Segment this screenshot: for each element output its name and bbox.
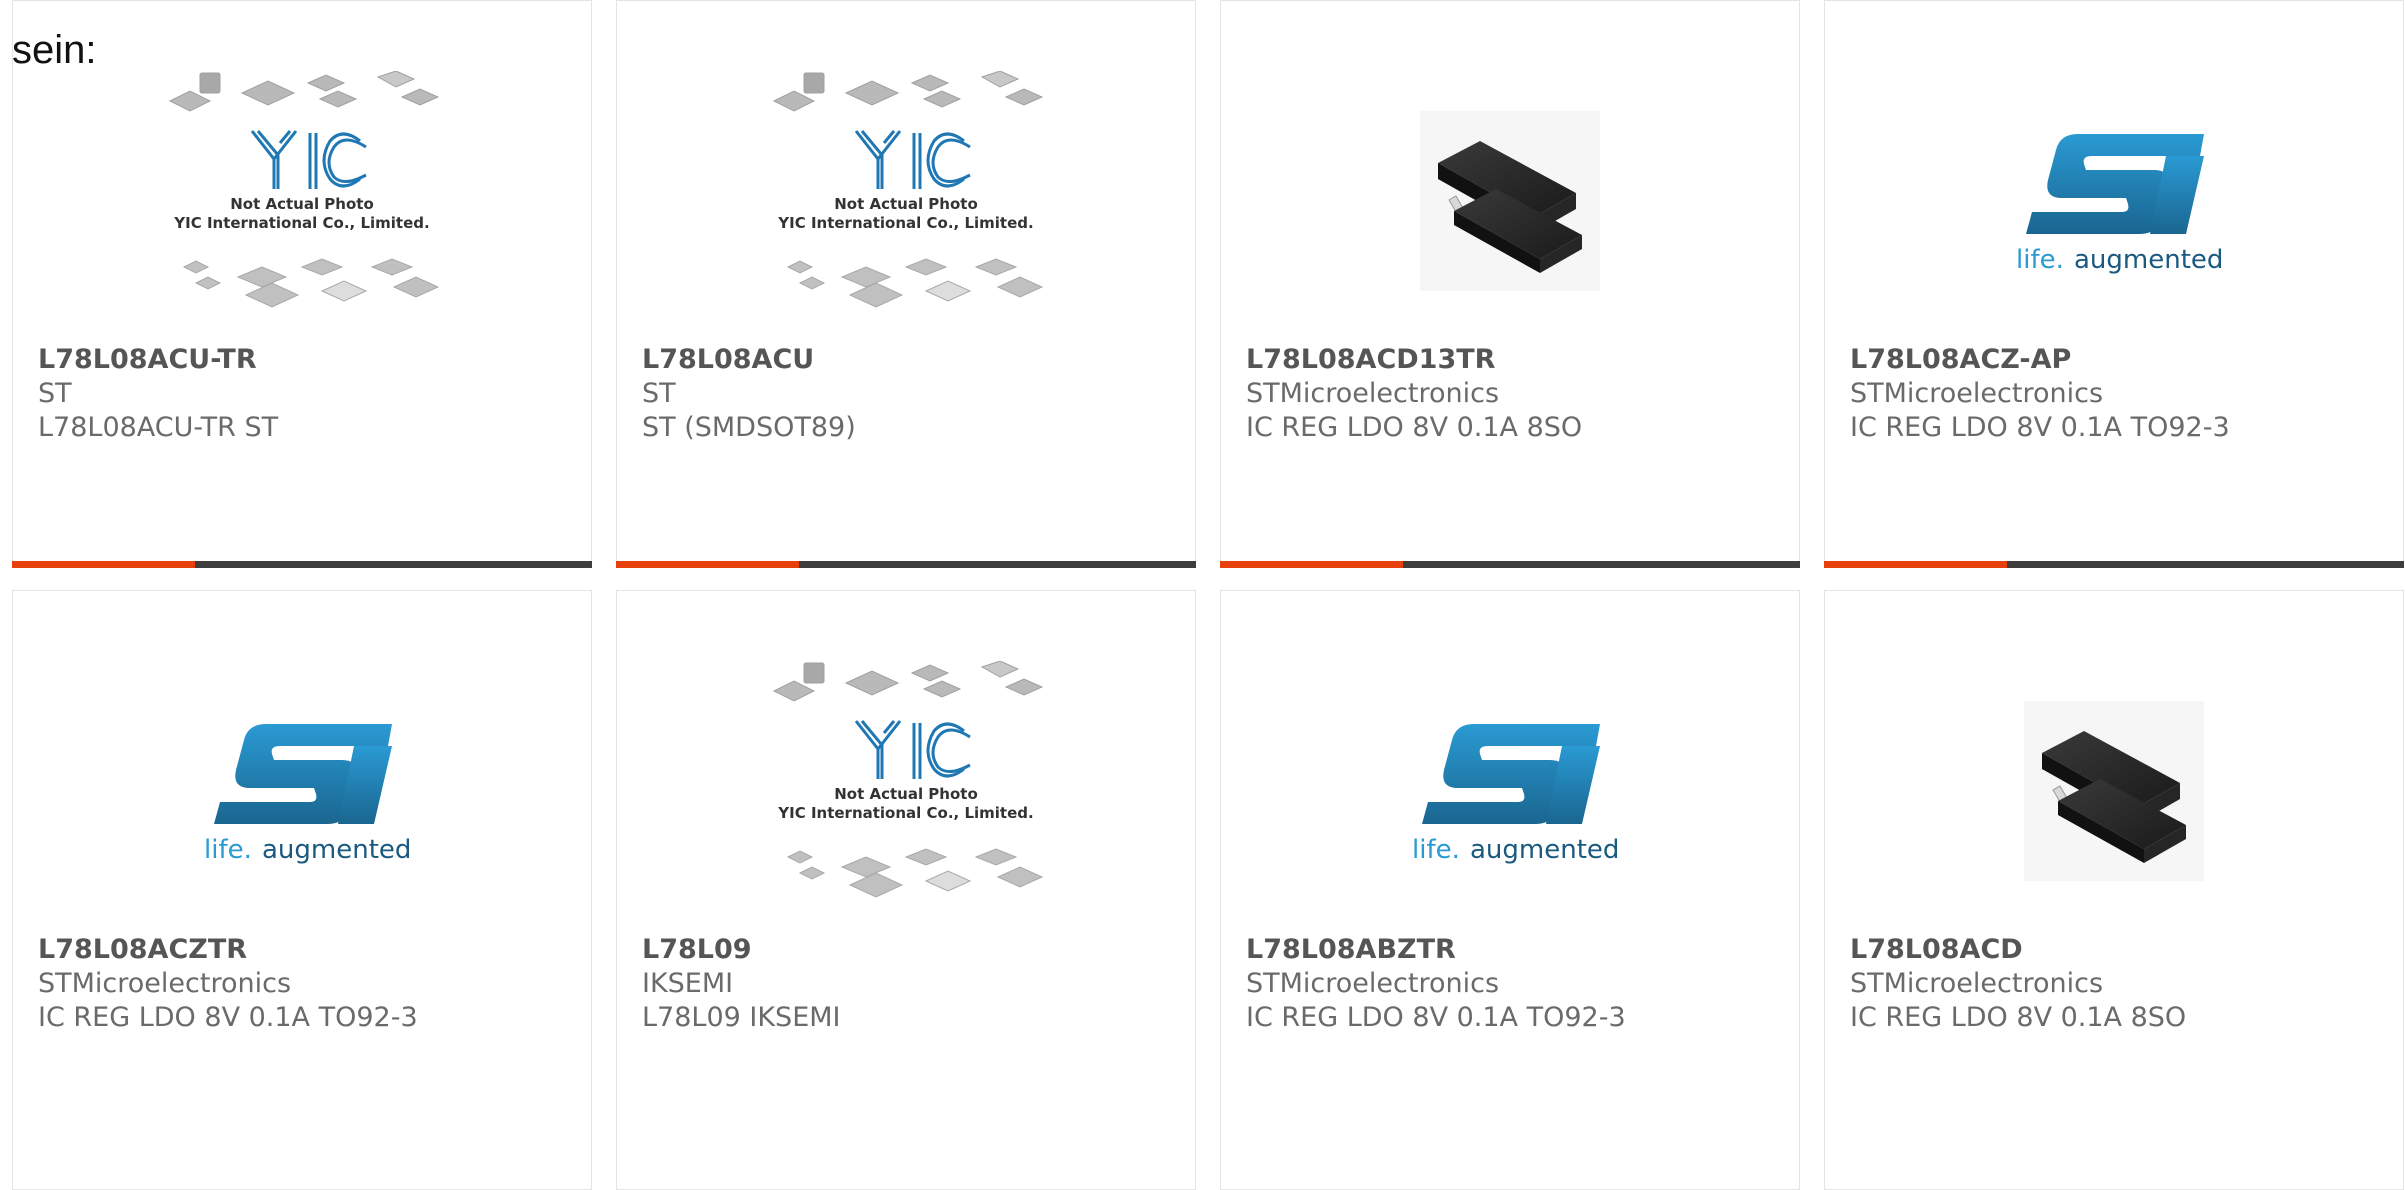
svg-text:life.: life.	[2016, 245, 2064, 275]
product-image[interactable]: life. augmented	[13, 661, 591, 921]
placeholder-line-2: YIC International Co., Limited.	[777, 804, 1033, 822]
not-actual-photo-image: Not Actual Photo YIC International Co., …	[772, 71, 1044, 308]
product-card[interactable]: Not Actual Photo YIC International Co., …	[12, 0, 592, 568]
card-accent-bar	[1220, 561, 1800, 568]
product-info: L78L08ACZTR STMicroelectronics IC REG LD…	[38, 933, 571, 1035]
manufacturer: STMicroelectronics	[38, 968, 292, 999]
product-info: L78L08ACU-TR ST L78L08ACU-TR ST	[38, 343, 571, 445]
svg-text:life.: life.	[1412, 835, 1460, 865]
so8-chip-image	[1420, 111, 1600, 291]
card-accent-bar	[12, 561, 592, 568]
product-image[interactable]	[1825, 661, 2403, 921]
placeholder-line-1: Not Actual Photo	[834, 785, 978, 803]
part-number-link[interactable]: L78L09	[642, 933, 1175, 967]
product-image[interactable]: Not Actual Photo YIC International Co., …	[617, 71, 1195, 331]
svg-text:augmented: augmented	[262, 835, 411, 865]
st-logo: life. augmented	[204, 724, 411, 865]
so8-chip-image	[2024, 701, 2204, 881]
product-card[interactable]: L78L08ACD STMicroelectronics IC REG LDO …	[1824, 590, 2404, 1190]
description: IC REG LDO 8V 0.1A TO92-3	[38, 1002, 418, 1033]
st-logo: life. augmented	[2016, 134, 2223, 275]
part-number-link[interactable]: L78L08ACD13TR	[1246, 343, 1779, 377]
description: IC REG LDO 8V 0.1A TO92-3	[1246, 1002, 1626, 1033]
description: L78L08ACU-TR ST	[38, 412, 279, 443]
product-info: L78L08ACZ-AP STMicroelectronics IC REG L…	[1850, 343, 2383, 445]
svg-text:life.: life.	[204, 835, 252, 865]
part-number-link[interactable]: L78L08ACZTR	[38, 933, 571, 967]
product-info: L78L08ACD STMicroelectronics IC REG LDO …	[1850, 933, 2383, 1035]
manufacturer: ST	[642, 378, 676, 409]
svg-text:augmented: augmented	[2074, 245, 2223, 275]
manufacturer: STMicroelectronics	[1850, 378, 2104, 409]
product-card[interactable]: Not Actual Photo YIC International Co., …	[616, 590, 1196, 1190]
card-accent-bar	[1824, 561, 2404, 568]
product-info: L78L08ABZTR STMicroelectronics IC REG LD…	[1246, 933, 1779, 1035]
part-number-link[interactable]: L78L08ACZ-AP	[1850, 343, 2383, 377]
product-image[interactable]: Not Actual Photo YIC International Co., …	[617, 661, 1195, 921]
not-actual-photo-image: Not Actual Photo YIC International Co., …	[772, 661, 1044, 898]
intro-text: sein:	[12, 28, 97, 72]
manufacturer: STMicroelectronics	[1850, 968, 2104, 999]
manufacturer: IKSEMI	[642, 968, 734, 999]
product-card[interactable]: life. augmented L78L08ACZTR STMicroelect…	[12, 590, 592, 1190]
product-grid: Not Actual Photo YIC International Co., …	[12, 0, 2405, 1190]
st-logo: life. augmented	[1412, 724, 1619, 865]
product-info: L78L09 IKSEMI L78L09 IKSEMI	[642, 933, 1175, 1035]
manufacturer: STMicroelectronics	[1246, 378, 1500, 409]
part-number-link[interactable]: L78L08ACU	[642, 343, 1175, 377]
product-card[interactable]: Not Actual Photo YIC International Co., …	[616, 0, 1196, 568]
product-card[interactable]: life. augmented L78L08ABZTR STMicroelect…	[1220, 590, 1800, 1190]
description: IC REG LDO 8V 0.1A 8SO	[1246, 412, 1583, 443]
description: L78L09 IKSEMI	[642, 1002, 841, 1033]
svg-text:augmented: augmented	[1470, 835, 1619, 865]
part-number-link[interactable]: L78L08ACD	[1850, 933, 2383, 967]
product-info: L78L08ACD13TR STMicroelectronics IC REG …	[1246, 343, 1779, 445]
product-image[interactable]: Not Actual Photo YIC International Co., …	[13, 71, 591, 331]
manufacturer: ST	[38, 378, 72, 409]
placeholder-line-2: YIC International Co., Limited.	[777, 214, 1033, 232]
card-accent-fill	[616, 561, 799, 568]
product-card[interactable]: life. augmented L78L08ACZ-AP STMicroelec…	[1824, 0, 2404, 568]
card-accent-fill	[1824, 561, 2007, 568]
part-number-link[interactable]: L78L08ABZTR	[1246, 933, 1779, 967]
part-number-link[interactable]: L78L08ACU-TR	[38, 343, 571, 377]
placeholder-line-1: Not Actual Photo	[834, 195, 978, 213]
product-image[interactable]: life. augmented	[1825, 71, 2403, 331]
manufacturer: STMicroelectronics	[1246, 968, 1500, 999]
product-image[interactable]	[1221, 71, 1799, 331]
placeholder-line-2: YIC International Co., Limited.	[173, 214, 429, 232]
description: ST (SMDSOT89)	[642, 412, 856, 443]
description: IC REG LDO 8V 0.1A TO92-3	[1850, 412, 2230, 443]
product-image[interactable]: life. augmented	[1221, 661, 1799, 921]
card-accent-fill	[12, 561, 195, 568]
card-accent-fill	[1220, 561, 1403, 568]
product-card[interactable]: L78L08ACD13TR STMicroelectronics IC REG …	[1220, 0, 1800, 568]
description: IC REG LDO 8V 0.1A 8SO	[1850, 1002, 2187, 1033]
placeholder-line-1: Not Actual Photo	[230, 195, 374, 213]
not-actual-photo-image: Not Actual Photo YIC International Co., …	[168, 71, 440, 308]
product-info: L78L08ACU ST ST (SMDSOT89)	[642, 343, 1175, 445]
card-accent-bar	[616, 561, 1196, 568]
